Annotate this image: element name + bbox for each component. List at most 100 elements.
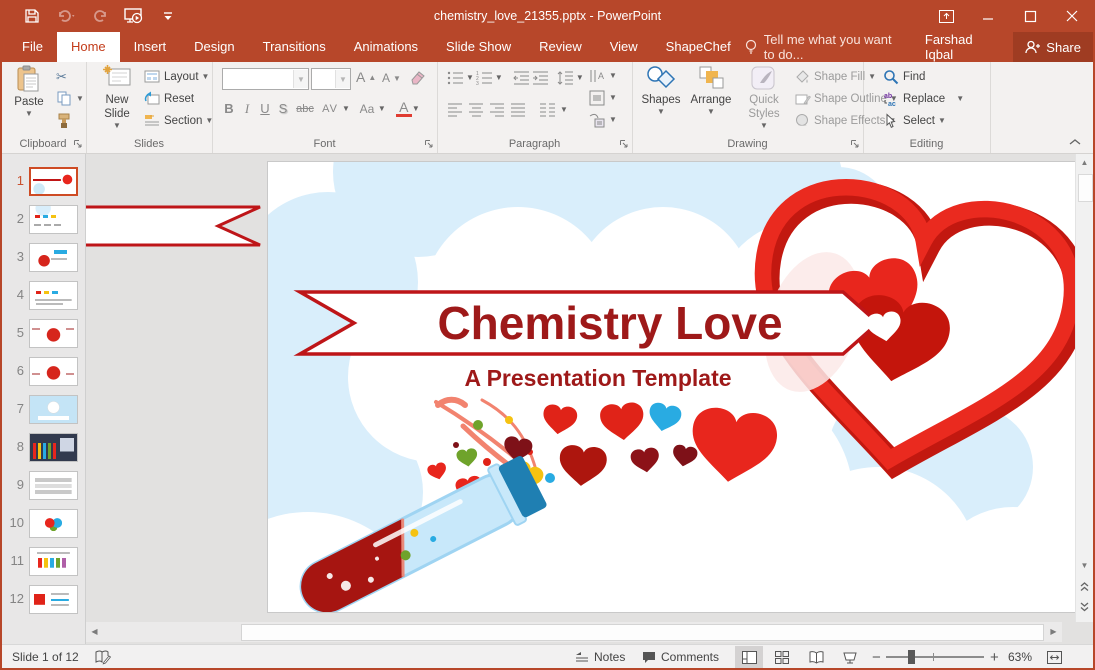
ribbon-display-options-icon[interactable]: [925, 0, 967, 32]
fit-slide-to-window-button[interactable]: [1040, 646, 1068, 668]
decrease-indent-icon[interactable]: [513, 70, 530, 85]
normal-view-button[interactable]: [735, 646, 763, 668]
text-shadow-button[interactable]: S: [274, 101, 292, 116]
clipboard-dialog-launcher[interactable]: [73, 139, 83, 149]
close-button[interactable]: [1051, 0, 1093, 32]
slide-sorter-view-button[interactable]: [768, 646, 796, 668]
change-case-button[interactable]: Aa: [356, 102, 378, 116]
maximize-button[interactable]: [1009, 0, 1051, 32]
slide-thumbnail-8[interactable]: 8: [2, 433, 85, 463]
paragraph-dialog-launcher[interactable]: [619, 139, 629, 149]
tell-me-box[interactable]: Tell me what you want to do...: [745, 32, 899, 62]
slide-thumbnail-10[interactable]: 10: [2, 509, 85, 539]
zoom-slider-thumb[interactable]: [908, 650, 915, 664]
bullets-icon[interactable]: [447, 70, 464, 85]
select-button[interactable]: Select▼: [883, 113, 946, 128]
format-painter-button[interactable]: [56, 113, 73, 128]
reading-view-button[interactable]: [802, 646, 830, 668]
align-center-icon[interactable]: [468, 102, 485, 117]
undo-icon[interactable]: [56, 6, 76, 26]
tab-animations[interactable]: Animations: [340, 32, 432, 62]
next-slide-icon[interactable]: [1076, 598, 1093, 615]
slide-thumbnail-3[interactable]: 3: [2, 243, 85, 273]
tab-design[interactable]: Design: [180, 32, 248, 62]
underline-button[interactable]: U: [256, 101, 274, 116]
numbering-icon[interactable]: 123: [476, 70, 493, 85]
align-right-icon[interactable]: [489, 102, 506, 117]
justify-icon[interactable]: [510, 102, 527, 117]
font-size-combobox[interactable]: ▼: [311, 68, 351, 90]
slide-thumbnail-5[interactable]: 5: [2, 319, 85, 349]
ribbon-banner-overflow-shape[interactable]: [86, 204, 264, 248]
previous-slide-icon[interactable]: [1076, 578, 1093, 595]
slide-thumbnail-4[interactable]: 4: [2, 281, 85, 311]
new-slide-button[interactable]: New Slide ▼: [94, 65, 140, 135]
slide-indicator[interactable]: Slide 1 of 12: [12, 645, 79, 669]
clear-formatting-button[interactable]: [410, 68, 427, 83]
increase-indent-icon[interactable]: [532, 70, 549, 85]
columns-icon[interactable]: [539, 102, 556, 117]
tab-slide-show[interactable]: Slide Show: [432, 32, 525, 62]
shrink-font-button[interactable]: A▼: [382, 71, 401, 85]
scroll-down-icon[interactable]: ▼: [1076, 557, 1093, 574]
line-spacing-icon[interactable]: [557, 70, 574, 85]
comments-button[interactable]: Comments: [642, 645, 719, 669]
slide-thumbnail-6[interactable]: 6: [2, 357, 85, 387]
spell-check-button[interactable]: [94, 645, 111, 669]
italic-button[interactable]: I: [238, 101, 256, 117]
layout-button[interactable]: Layout▼: [144, 69, 209, 84]
save-icon[interactable]: [22, 6, 42, 26]
slide-subtitle[interactable]: A Presentation Template: [464, 365, 731, 391]
slide-thumbnail-12[interactable]: 12: [2, 585, 85, 615]
horizontal-scroll-thumb[interactable]: [241, 624, 1044, 641]
font-color-button[interactable]: A: [396, 100, 412, 117]
tab-home[interactable]: Home: [57, 32, 120, 62]
grow-font-button[interactable]: A▲: [356, 69, 376, 85]
reset-button[interactable]: Reset: [144, 91, 194, 106]
minimize-button[interactable]: [967, 0, 1009, 32]
arrange-button[interactable]: Arrange ▼: [688, 65, 734, 135]
slide-thumbnail-1[interactable]: 1: [2, 167, 85, 197]
tab-shapechef[interactable]: ShapeChef: [652, 32, 745, 62]
tab-file[interactable]: File: [8, 32, 57, 62]
slide-1-canvas[interactable]: Chemistry Love A Presentation Template: [268, 162, 1075, 612]
zoom-level[interactable]: 63%: [1008, 645, 1032, 669]
scroll-right-icon[interactable]: ▶: [1045, 623, 1062, 640]
font-dialog-launcher[interactable]: [424, 139, 434, 149]
text-direction-button[interactable]: A▼: [589, 68, 617, 83]
redo-icon[interactable]: [90, 6, 110, 26]
share-button[interactable]: Share: [1013, 32, 1095, 62]
customize-qat-icon[interactable]: [158, 6, 178, 26]
convert-to-smartart-button[interactable]: ▼: [589, 112, 617, 127]
shapes-button[interactable]: Shapes ▼: [638, 65, 684, 135]
tab-transitions[interactable]: Transitions: [249, 32, 340, 62]
zoom-slider-track[interactable]: [886, 656, 984, 658]
find-button[interactable]: Find: [883, 69, 925, 84]
slide-title[interactable]: Chemistry Love: [437, 297, 782, 349]
cut-button[interactable]: ✂: [56, 69, 67, 85]
start-slideshow-icon[interactable]: [124, 6, 144, 26]
user-name[interactable]: Farshad Iqbal: [925, 32, 989, 62]
zoom-out-button[interactable]: −: [872, 645, 881, 669]
align-text-button[interactable]: ▼: [589, 90, 617, 105]
slide-thumbnail-9[interactable]: 9: [2, 471, 85, 501]
chevron-down-icon[interactable]: ▼: [335, 70, 350, 88]
vertical-scroll-thumb[interactable]: [1078, 174, 1093, 202]
scroll-left-icon[interactable]: ◀: [86, 623, 103, 640]
copy-button[interactable]: ▼: [56, 91, 84, 106]
quick-styles-button[interactable]: Quick Styles ▼: [738, 65, 790, 135]
tab-view[interactable]: View: [596, 32, 652, 62]
section-button[interactable]: Section▼: [144, 113, 213, 128]
vertical-scrollbar[interactable]: ▲ ▼: [1075, 154, 1093, 622]
slideshow-view-button[interactable]: [836, 646, 864, 668]
notes-button[interactable]: Notes: [575, 645, 625, 669]
drawing-dialog-launcher[interactable]: [850, 139, 860, 149]
replace-button[interactable]: abac Replace▼: [883, 91, 964, 106]
font-name-combobox[interactable]: ▼: [222, 68, 309, 90]
bold-button[interactable]: B: [220, 101, 238, 116]
tab-insert[interactable]: Insert: [120, 32, 181, 62]
tab-review[interactable]: Review: [525, 32, 596, 62]
horizontal-scrollbar[interactable]: ◀ ▶: [86, 622, 1062, 642]
character-spacing-button[interactable]: AV: [318, 103, 342, 115]
collapse-ribbon-icon[interactable]: [1069, 137, 1081, 149]
